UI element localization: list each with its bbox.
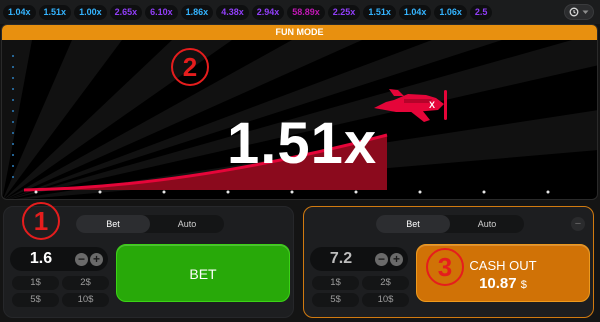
quick-amount-button[interactable]: 1$: [312, 276, 359, 290]
history-fade: [520, 0, 560, 24]
quick-amount-button[interactable]: 2$: [62, 276, 109, 290]
history-chip[interactable]: 6.10x: [145, 4, 178, 20]
remove-panel-button[interactable]: −: [571, 217, 585, 231]
tab-bet[interactable]: Bet: [76, 215, 150, 233]
increase-amount-button[interactable]: +: [390, 253, 403, 266]
history-chip[interactable]: 1.51x: [363, 4, 396, 20]
quick-amount-button[interactable]: 10$: [362, 293, 409, 307]
history-chip[interactable]: 4.38x: [216, 4, 249, 20]
svg-text:X: X: [429, 100, 435, 110]
game-canvas: FUN MODE X 1.51x: [1, 24, 598, 200]
y-axis-dots: [12, 55, 14, 187]
history-chip[interactable]: 58.89x: [287, 4, 325, 20]
history-toggle-button[interactable]: [564, 4, 594, 20]
annotation-3: 3: [426, 248, 464, 286]
quick-amount-button[interactable]: 5$: [12, 293, 59, 307]
increase-amount-button[interactable]: +: [90, 253, 103, 266]
tab-auto[interactable]: Auto: [150, 215, 224, 233]
bet-button-label: BET: [189, 266, 217, 282]
history-chip[interactable]: 1.04x: [398, 4, 432, 20]
annotation-1: 1: [22, 202, 60, 240]
quick-amount-button[interactable]: 10$: [62, 293, 109, 307]
tab-bet[interactable]: Bet: [376, 215, 450, 233]
history-chip[interactable]: 1.86x: [180, 4, 214, 20]
history-chip[interactable]: 2.94x: [251, 4, 285, 20]
fun-mode-bar: FUN MODE: [2, 25, 597, 40]
history-clock-icon: [569, 7, 579, 17]
annotation-2: 2: [171, 48, 209, 86]
quick-amount-button[interactable]: 1$: [12, 276, 59, 290]
history-chip[interactable]: 1.00x: [74, 4, 107, 20]
decrease-amount-button[interactable]: −: [375, 253, 388, 266]
history-chip[interactable]: 2.25x: [327, 4, 361, 20]
chevron-down-icon: [582, 10, 589, 14]
bet-button[interactable]: BET: [116, 244, 290, 302]
bet-amount-field[interactable]: 7.2 − +: [310, 247, 408, 271]
history-chip[interactable]: 1.06x: [434, 4, 467, 20]
quick-amount-button[interactable]: 2$: [362, 276, 409, 290]
history-chip[interactable]: 2.5: [469, 4, 493, 20]
bet-amount-value[interactable]: 7.2: [310, 247, 372, 271]
tab-auto[interactable]: Auto: [450, 215, 524, 233]
bet-mode-tabs: Bet Auto: [376, 215, 524, 233]
decrease-amount-button[interactable]: −: [75, 253, 88, 266]
current-multiplier: 1.51x: [227, 111, 378, 176]
currency-symbol: $: [520, 279, 527, 291]
multiplier-history-bar: 1.04x 1.51x 1.00x 2.65x 6.10x 1.86x 4.38…: [0, 0, 600, 24]
history-chip[interactable]: 1.51x: [38, 4, 72, 20]
history-chip[interactable]: 1.04x: [3, 4, 36, 20]
cash-out-value: 10.87: [479, 275, 517, 292]
bet-mode-tabs: Bet Auto: [76, 215, 224, 233]
bet-amount-value[interactable]: 1.6: [10, 247, 72, 271]
history-chip[interactable]: 2.65x: [109, 4, 143, 20]
quick-amount-button[interactable]: 5$: [312, 293, 359, 307]
bet-amount-field[interactable]: 1.6 − +: [10, 247, 108, 271]
